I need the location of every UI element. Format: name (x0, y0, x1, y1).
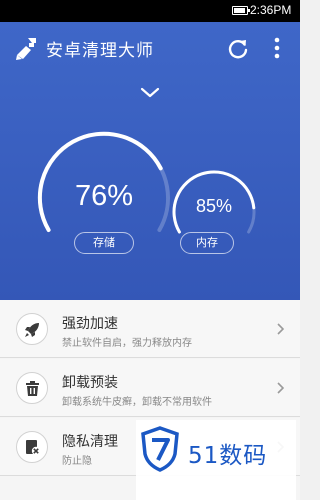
list-item-speed-boost[interactable]: 强劲加速 禁止软件自启，强力释放内存 (0, 300, 300, 358)
gauges-canvas (37, 131, 256, 234)
list-item-subtitle: 防止隐 (62, 456, 92, 467)
list-item-title: 隐私清理 (62, 434, 118, 450)
status-time: 2:36PM (250, 3, 292, 17)
list-item-subtitle: 禁止软件自启，强力释放内存 (62, 338, 192, 349)
watermark: 51数码 (136, 420, 296, 500)
privacy-icon (16, 431, 48, 463)
list-item-uninstall[interactable]: 卸载预装 卸载系统牛皮癣，卸载不常用软件 (0, 359, 300, 417)
list-item-title: 卸载预装 (62, 375, 118, 391)
status-bar: 2:36PM (0, 0, 300, 22)
hero-panel: 安卓清理大师 76% 存储 85% 内存 (0, 22, 300, 300)
list-item-title: 强劲加速 (62, 316, 118, 332)
shield-logo-icon (141, 426, 179, 472)
storage-percent: 76% (74, 180, 134, 212)
battery-fill (234, 8, 245, 13)
watermark-text: 51数码 (188, 443, 268, 469)
memory-button[interactable]: 内存 (180, 232, 234, 254)
battery-icon (232, 6, 250, 15)
chevron-right-icon (277, 323, 284, 335)
storage-button[interactable]: 存储 (74, 232, 134, 254)
trash-icon (16, 372, 48, 404)
memory-percent: 85% (195, 196, 233, 216)
rocket-icon (16, 313, 48, 345)
list-item-subtitle: 卸载系统牛皮癣，卸载不常用软件 (62, 397, 212, 408)
chevron-right-icon (277, 382, 284, 394)
